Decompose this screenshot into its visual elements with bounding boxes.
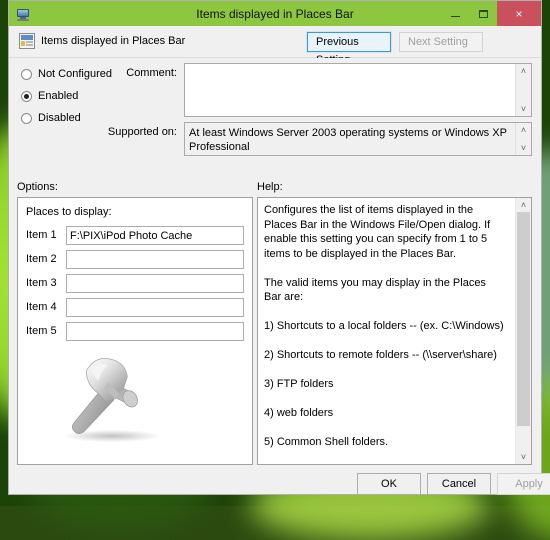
apply-button[interactable]: Apply — [497, 473, 550, 495]
supported-on-value: At least Windows Server 2003 operating s… — [189, 126, 512, 154]
radio-enabled[interactable]: Enabled — [21, 90, 78, 102]
state-and-comment-section: Not Configured Enabled Disabled Comment:… — [9, 58, 541, 168]
comment-textarea[interactable]: ˄ ˅ — [184, 63, 532, 117]
help-panel: Configures the list of items displayed i… — [257, 197, 532, 465]
scroll-down-icon[interactable]: ˅ — [516, 141, 531, 155]
radio-disabled[interactable]: Disabled — [21, 112, 81, 124]
supported-on-label: Supported on: — [99, 126, 177, 138]
next-setting-button[interactable]: Next Setting — [399, 32, 483, 52]
supported-on-textarea[interactable]: At least Windows Server 2003 operating s… — [184, 122, 532, 156]
scroll-up-icon[interactable]: ˄ — [516, 123, 531, 137]
policy-setting-icon — [19, 33, 35, 49]
radio-label: Disabled — [38, 112, 81, 124]
options-panel: Places to display: Item 1 Item 2 Item 3 … — [17, 197, 253, 465]
supported-on-scrollbar[interactable]: ˄ ˅ — [515, 123, 531, 155]
help-text: Configures the list of items displayed i… — [264, 203, 504, 465]
scroll-down-icon[interactable]: ˅ — [516, 450, 531, 464]
scrollbar-thumb[interactable] — [517, 212, 530, 426]
minimize-icon — [451, 16, 460, 17]
scroll-down-icon[interactable]: ˅ — [516, 102, 531, 116]
item-label: Item 4 — [26, 301, 64, 313]
comment-label: Comment: — [99, 67, 177, 79]
group-policy-setting-dialog: Items displayed in Places Bar × Items di… — [8, 0, 542, 495]
radio-label: Enabled — [38, 90, 78, 102]
item-3-input[interactable] — [66, 274, 244, 293]
item-label: Item 1 — [26, 229, 64, 241]
close-icon: × — [515, 8, 522, 20]
comment-scrollbar[interactable]: ˄ ˅ — [515, 64, 531, 116]
maximize-button[interactable] — [469, 1, 497, 26]
item-1-input[interactable] — [66, 226, 244, 245]
help-scrollbar[interactable]: ˄ ˅ — [515, 198, 531, 464]
setting-header: Items displayed in Places Bar Previous S… — [9, 26, 541, 58]
item-4-input[interactable] — [66, 298, 244, 317]
item-label: Item 2 — [26, 253, 64, 265]
item-label: Item 3 — [26, 277, 64, 289]
radio-dot — [21, 113, 32, 124]
computer-monitor-icon — [15, 6, 31, 22]
minimize-button[interactable] — [441, 1, 469, 26]
radio-dot — [21, 91, 32, 102]
item-5-input[interactable] — [66, 322, 244, 341]
scroll-up-icon[interactable]: ˄ — [516, 198, 531, 212]
places-to-display-label: Places to display: — [26, 206, 112, 218]
hammer-icon — [64, 346, 160, 442]
maximize-icon — [479, 10, 488, 18]
scroll-up-icon[interactable]: ˄ — [516, 64, 531, 78]
help-section-label: Help: — [257, 181, 283, 193]
options-section-label: Options: — [17, 181, 58, 193]
close-button[interactable]: × — [497, 1, 541, 26]
previous-setting-button[interactable]: Previous Setting — [307, 32, 391, 52]
cancel-button[interactable]: Cancel — [427, 473, 491, 495]
item-label: Item 5 — [26, 325, 64, 337]
caption-buttons: × — [441, 1, 541, 26]
radio-dot — [21, 69, 32, 80]
setting-title: Items displayed in Places Bar — [41, 35, 185, 47]
item-2-input[interactable] — [66, 250, 244, 269]
title-bar[interactable]: Items displayed in Places Bar × — [9, 1, 541, 26]
ok-button[interactable]: OK — [357, 473, 421, 495]
